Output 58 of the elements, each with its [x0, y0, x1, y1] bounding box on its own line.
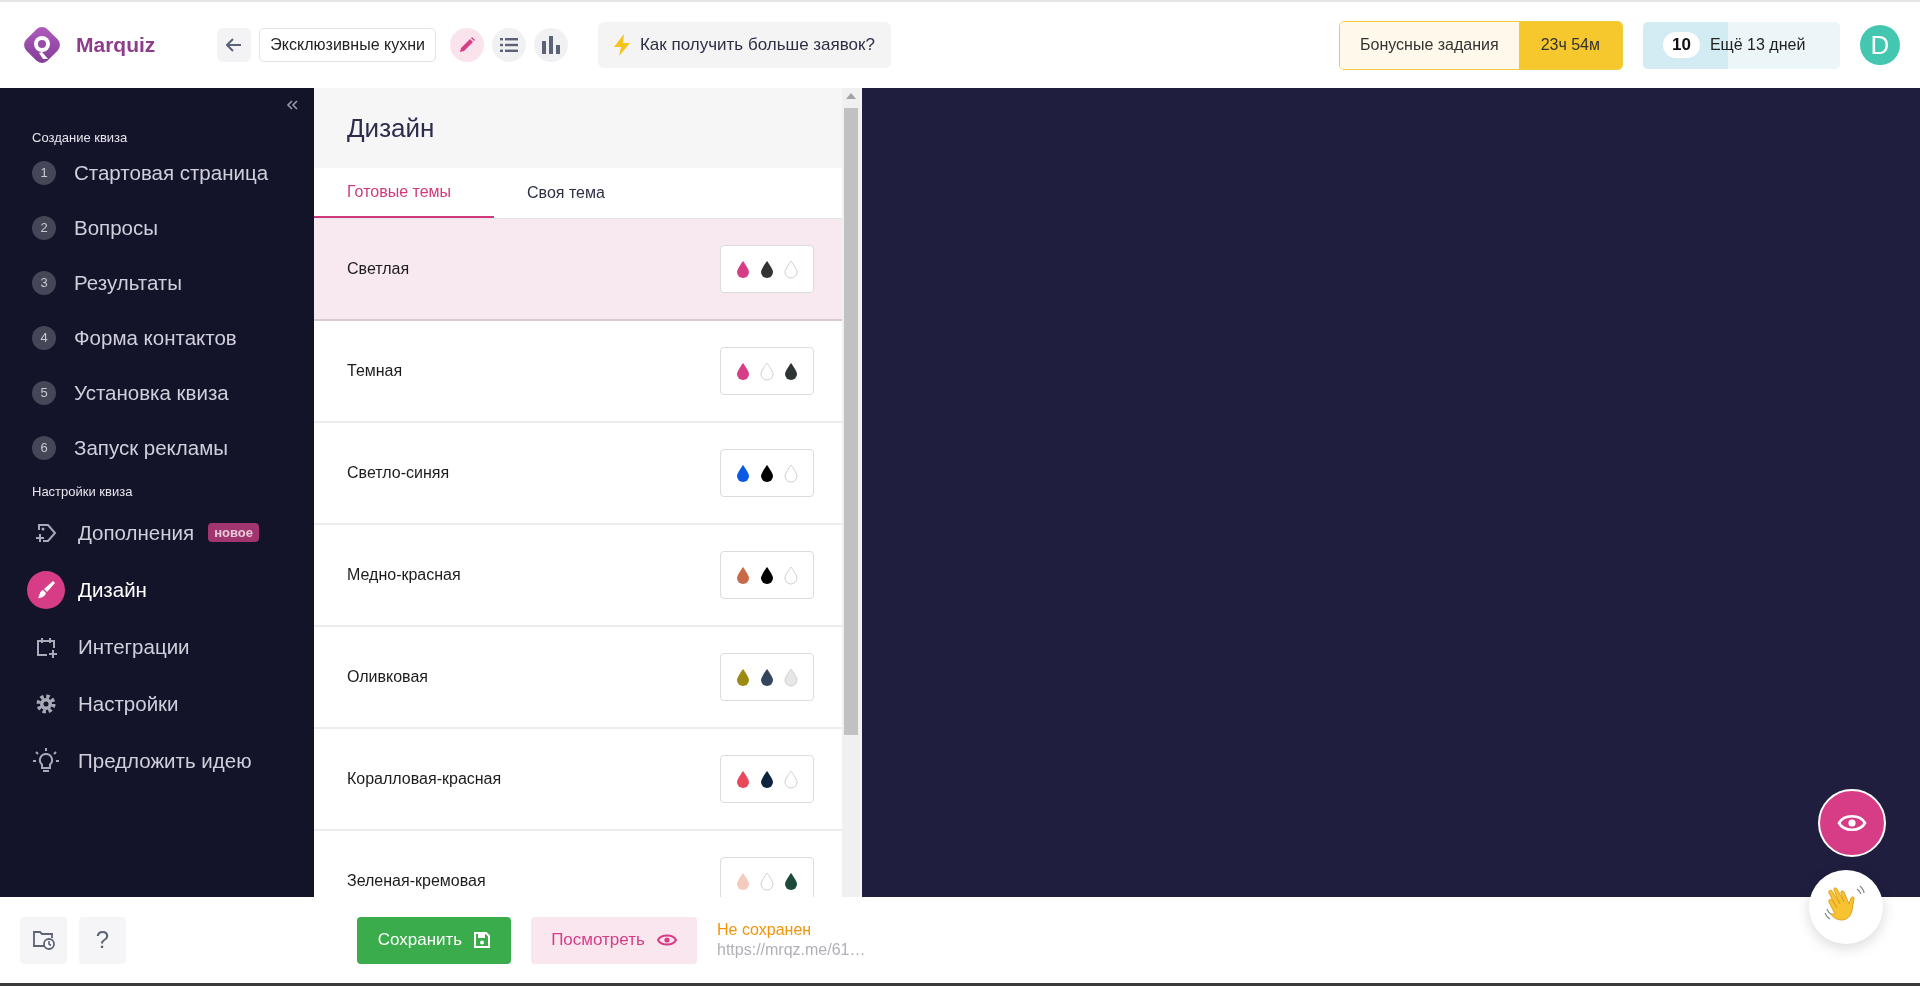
light-bulb-icon — [32, 746, 60, 775]
panel-title: Дизайн — [314, 88, 842, 168]
step-number: 2 — [32, 215, 56, 240]
logo-text: Marquiz — [76, 33, 156, 57]
trial-progress[interactable]: 10 Ещё 13 дней — [1643, 21, 1840, 69]
step-number: 5 — [32, 380, 56, 405]
sidebar-item[interactable]: Настройки — [0, 675, 314, 732]
step-number: 6 — [32, 435, 56, 460]
save-icon — [474, 932, 491, 948]
theme-tab[interactable]: Своя тема — [494, 168, 631, 218]
pencil-icon — [457, 36, 476, 54]
scrollbar-thumb[interactable] — [844, 108, 858, 735]
section-title: Настройки квиза — [31, 483, 134, 501]
theme-item[interactable]: Медно-красная — [314, 525, 842, 627]
back-button[interactable] — [217, 28, 252, 62]
history-button[interactable] — [20, 916, 67, 964]
theme-item[interactable]: Коралловая-красная — [314, 729, 842, 831]
lightning-icon — [613, 34, 630, 56]
bar-chart-icon — [541, 36, 560, 54]
list-button[interactable] — [491, 28, 526, 62]
sidebar-item[interactable]: 4 Форма контактов — [0, 315, 314, 360]
sidebar-item[interactable]: 6 Запуск рекламы — [0, 425, 314, 470]
brush-icon — [26, 569, 66, 610]
sidebar-item[interactable]: 2 Вопросы — [0, 205, 314, 250]
section-title: Создание квиза — [31, 129, 129, 147]
chart-button[interactable] — [533, 28, 568, 62]
new-badge: новое — [208, 523, 259, 542]
theme-item[interactable]: Светло-синяя — [314, 423, 842, 525]
collapse-icon[interactable] — [286, 100, 298, 110]
step-number: 1 — [32, 160, 56, 185]
sidebar-item[interactable]: Дополнения новое — [0, 504, 314, 561]
day-count: 10 — [1663, 32, 1700, 58]
timer-badge: 23ч 54м — [1518, 21, 1622, 69]
theme-item[interactable]: Оливковая — [314, 627, 842, 729]
settings-icon — [35, 692, 57, 715]
sidebar-item[interactable]: 3 Результаты — [0, 260, 314, 305]
theme-item[interactable]: Темная — [314, 321, 842, 423]
folder-clock-icon — [32, 930, 55, 950]
tip-button[interactable]: Как получить больше заявок? — [597, 22, 891, 68]
theme-item[interactable]: Светлая — [314, 219, 842, 321]
sidebar-item[interactable]: Предложить идею — [0, 732, 314, 789]
trial-label: Ещё 13 дней — [1709, 36, 1806, 54]
list-icon — [499, 38, 518, 52]
sidebar-item[interactable]: Дизайн — [0, 561, 314, 618]
bonus-tasks-button[interactable]: Бонусные задания — [1340, 21, 1519, 69]
preview-button[interactable]: Посмотреть — [531, 916, 697, 964]
step-number: 3 — [32, 270, 56, 295]
arrow-left-icon — [226, 38, 243, 52]
save-status: Не сохранен — [717, 921, 813, 939]
help-button[interactable]: ? — [79, 916, 126, 964]
sidebar-item[interactable]: Интеграции — [0, 618, 314, 675]
sidebar-item[interactable]: 5 Установка квиза — [0, 370, 314, 415]
eye-icon — [656, 933, 677, 947]
step-number: 4 — [32, 325, 56, 350]
quiz-name-field[interactable]: Эксклюзивные кухни — [259, 28, 436, 62]
pencil-button[interactable] — [449, 28, 484, 62]
sidebar-item[interactable]: 1 Стартовая страница — [0, 150, 314, 195]
eye-icon — [1837, 813, 1867, 833]
